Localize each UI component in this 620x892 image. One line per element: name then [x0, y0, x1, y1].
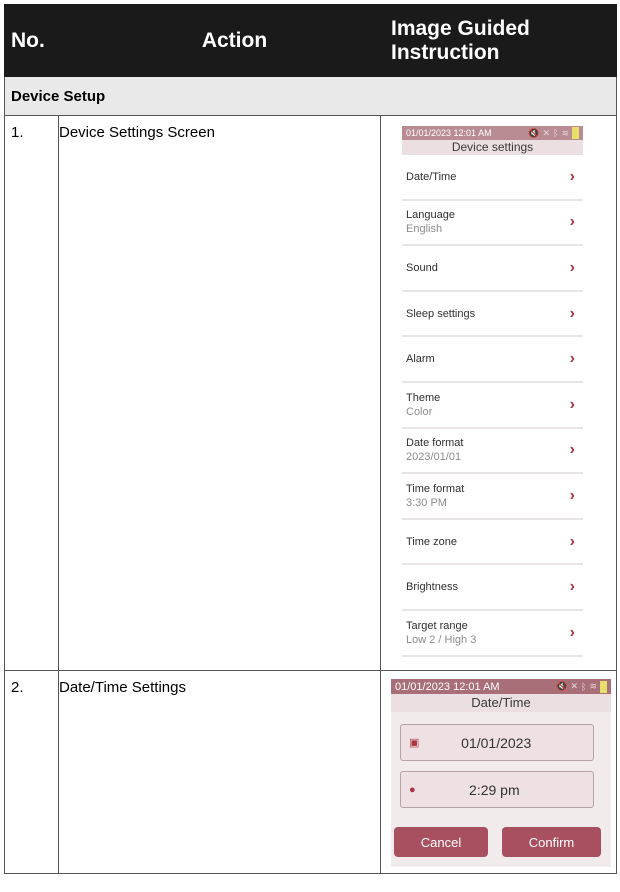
settings-item-label: Theme	[406, 391, 441, 404]
date-field[interactable]: ▣ 01/01/2023	[400, 724, 594, 761]
step-action: Device Settings Screen	[58, 115, 381, 671]
settings-item[interactable]: Date/Time ›	[402, 155, 583, 201]
step-number: 2.	[4, 670, 59, 874]
date-value: 01/01/2023	[461, 734, 532, 751]
settings-item[interactable]: Time zone ›	[402, 520, 583, 566]
chevron-right-icon: ›	[569, 350, 575, 368]
step-image-cell: 01/01/2023 12:01 AM 🔇 ✕ ᛒ ≋ Device setti…	[380, 115, 617, 671]
chevron-right-icon: ›	[569, 486, 575, 504]
status-time: 01/01/2023 12:01 AM	[406, 128, 492, 138]
settings-item-value: English	[406, 223, 443, 236]
settings-item-label: Alarm	[406, 353, 435, 366]
settings-item-label: Time format	[406, 482, 465, 495]
clock-icon: ●	[409, 783, 416, 796]
settings-item[interactable]: Date format 2023/01/01 ›	[402, 429, 583, 475]
calendar-icon: ▣	[409, 737, 420, 749]
settings-item[interactable]: Language English ›	[402, 201, 583, 247]
header-action: Action	[58, 4, 381, 77]
settings-item-value: 3:30 PM	[406, 496, 447, 509]
status-time: 01/01/2023 12:01 AM	[395, 680, 500, 693]
cancel-button[interactable]: Cancel	[394, 827, 488, 857]
battery-icon	[600, 680, 607, 693]
settings-item[interactable]: Sound ›	[402, 246, 583, 292]
no-bluetooth-icon: ✕	[542, 127, 551, 138]
settings-item-value: Color	[406, 405, 433, 418]
chevron-right-icon: ›	[569, 167, 575, 185]
chevron-right-icon: ›	[569, 304, 575, 322]
battery-icon	[572, 127, 579, 139]
instruction-table: No. Action Image Guided Instruction Devi…	[4, 4, 617, 874]
settings-item-label: Time zone	[406, 535, 457, 548]
no-bluetooth-icon: ✕	[570, 681, 579, 691]
settings-item[interactable]: Brightness ›	[402, 565, 583, 611]
chevron-right-icon: ›	[569, 441, 575, 459]
settings-item-label: Language	[406, 209, 455, 222]
mute-icon: 🔇	[556, 681, 568, 691]
screen-title: Date/Time	[391, 694, 611, 712]
settings-item-label: Sleep settings	[406, 307, 476, 320]
chevron-right-icon: ›	[569, 578, 575, 596]
date-time-screenshot: 01/01/2023 12:01 AM 🔇 ✕ ᛒ ≋ Date/Time ▣ …	[391, 679, 611, 867]
table-row: 2. Date/Time Settings 01/01/2023 12:01 A…	[4, 670, 617, 874]
settings-list: Date/Time › Language English › Sound › Sleep se…	[402, 155, 583, 657]
chevron-right-icon: ›	[569, 623, 575, 641]
header-image-guided: Image Guided Instruction	[380, 4, 617, 77]
section-row: Device Setup	[4, 76, 617, 116]
step-number: 1.	[4, 115, 59, 671]
wifi-icon: ≋	[561, 127, 569, 138]
settings-item[interactable]: Target range Low 2 / High 3 ›	[402, 611, 583, 657]
bluetooth-icon: ᛒ	[581, 681, 587, 692]
confirm-button[interactable]: Confirm	[502, 827, 601, 857]
status-bar: 01/01/2023 12:01 AM 🔇 ✕ ᛒ ≋	[391, 679, 611, 694]
settings-item[interactable]: Sleep settings ›	[402, 292, 583, 338]
settings-item-label: Date/Time	[406, 170, 457, 183]
table-row: 1. Device Settings Screen 01/01/2023 12:…	[4, 115, 617, 671]
table-header-row: No. Action Image Guided Instruction	[4, 4, 617, 77]
settings-item-label: Sound	[406, 261, 438, 274]
settings-item[interactable]: Time format 3:30 PM ›	[402, 474, 583, 520]
status-bar: 01/01/2023 12:01 AM 🔇 ✕ ᛒ ≋	[402, 126, 583, 140]
chevron-right-icon: ›	[569, 213, 575, 231]
screen-title: Device settings	[402, 140, 583, 155]
settings-item-label: Target range	[406, 619, 468, 632]
device-settings-screenshot: 01/01/2023 12:01 AM 🔇 ✕ ᛒ ≋ Device setti…	[402, 126, 583, 667]
mute-icon: 🔇	[528, 127, 540, 138]
step-image-cell: 01/01/2023 12:01 AM 🔇 ✕ ᛒ ≋ Date/Time ▣ …	[380, 670, 617, 874]
settings-item[interactable]: Theme Color ›	[402, 383, 583, 429]
settings-item-value: 2023/01/01	[406, 451, 462, 464]
chevron-right-icon: ›	[569, 395, 575, 413]
time-field[interactable]: ● 2:29 pm	[400, 771, 594, 808]
settings-item[interactable]: Alarm ›	[402, 337, 583, 383]
chevron-right-icon: ›	[569, 532, 575, 550]
chevron-right-icon: ›	[569, 258, 575, 276]
settings-item-label: Brightness	[406, 581, 458, 594]
section-title: Device Setup	[4, 76, 617, 116]
bluetooth-icon: ᛒ	[553, 128, 559, 138]
settings-item-label: Date format	[406, 437, 464, 450]
wifi-icon: ≋	[589, 681, 597, 691]
settings-item-value: Low 2 / High 3	[406, 633, 477, 646]
header-no: No.	[4, 4, 59, 77]
step-action: Date/Time Settings	[58, 670, 381, 874]
time-value: 2:29 pm	[469, 781, 520, 798]
